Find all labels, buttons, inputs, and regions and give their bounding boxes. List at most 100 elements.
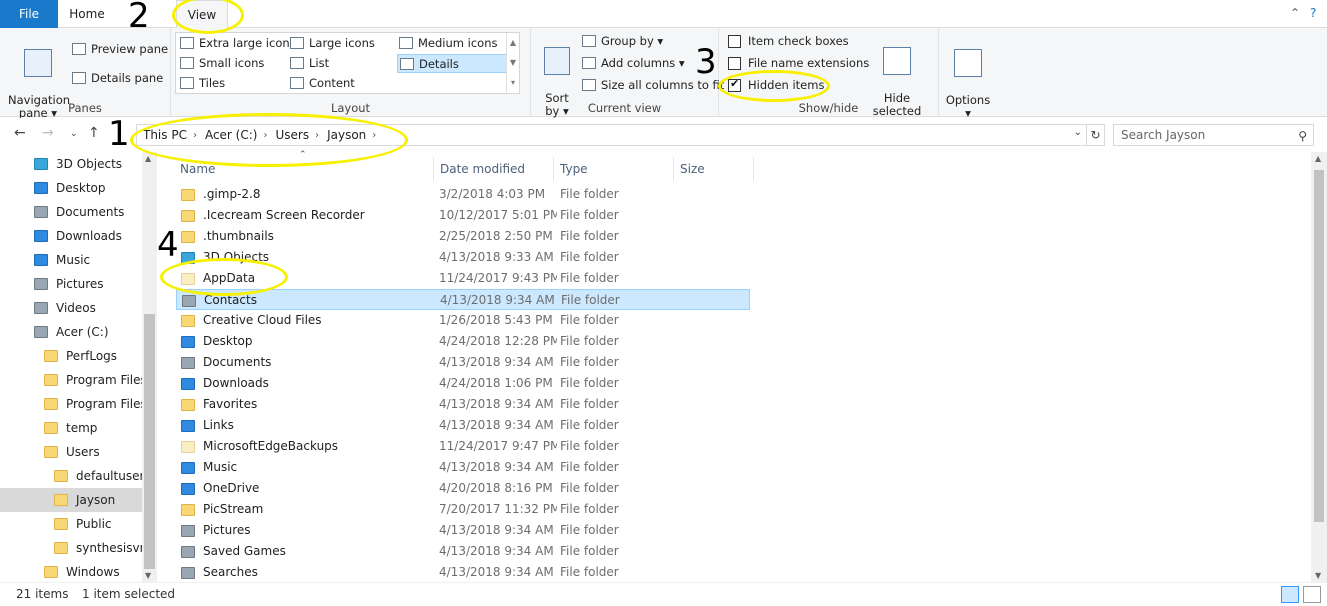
nav-item[interactable]: Acer (C:): [0, 320, 142, 344]
tab-file[interactable]: File: [0, 0, 58, 28]
group-by-icon: [582, 35, 596, 47]
up-arrow-icon[interactable]: ↑: [88, 125, 100, 141]
recent-locations-icon[interactable]: ⌄: [70, 129, 78, 139]
file-row[interactable]: Favorites 4/13/2018 9:34 AM File folder: [176, 394, 750, 415]
nav-item[interactable]: Videos: [0, 296, 142, 320]
item-check-boxes-checkbox[interactable]: [728, 34, 741, 48]
file-type: File folder: [560, 544, 619, 558]
file-row[interactable]: Desktop 4/24/2018 12:28 PM File folder: [176, 331, 750, 352]
file-row[interactable]: .Icecream Screen Recorder 10/12/2017 5:01…: [176, 205, 750, 226]
navigation-pane: 3D Objects Desktop Documents Downloads Music…: [0, 152, 157, 582]
nav-item[interactable]: 3D Objects: [0, 152, 142, 176]
options-button[interactable]: Options ▾: [944, 36, 992, 120]
item-check-boxes-toggle[interactable]: Item check boxes: [728, 34, 849, 48]
help-icon[interactable]: ?: [1310, 6, 1316, 20]
details-view-icon[interactable]: [1281, 586, 1299, 603]
file-row[interactable]: MicrosoftEdgeBackups 11/24/2017 9:47 PM Fi…: [176, 436, 750, 457]
pictures-icon: [34, 278, 48, 290]
scroll-up-icon[interactable]: ▲: [145, 154, 151, 163]
scroll-up-icon[interactable]: ▲: [1315, 154, 1321, 163]
layout-extra-large-icons[interactable]: Extra large icons: [180, 36, 296, 50]
file-row[interactable]: Creative Cloud Files 1/26/2018 5:43 PM Fil…: [176, 310, 750, 331]
layout-large-icons[interactable]: Large icons: [290, 36, 375, 50]
file-name-extensions-toggle[interactable]: File name extensions: [728, 56, 869, 70]
nav-item[interactable]: Program Files (: [0, 392, 142, 416]
large-icons-view-icon[interactable]: [1303, 586, 1321, 603]
file-list-scroll-thumb[interactable]: [1314, 170, 1324, 522]
layout-medium-icons[interactable]: Medium icons: [399, 36, 497, 50]
file-type: File folder: [560, 229, 619, 243]
nav-item[interactable]: Public: [0, 512, 142, 536]
file-type: File folder: [560, 460, 619, 474]
nav-item[interactable]: defaultuser0: [0, 464, 142, 488]
layout-content[interactable]: Content: [290, 76, 355, 90]
folder-icon: [44, 446, 58, 458]
nav-item[interactable]: Pictures: [0, 272, 142, 296]
layout-tiles[interactable]: Tiles: [180, 76, 225, 90]
nav-item[interactable]: Windows: [0, 560, 142, 584]
file-row[interactable]: .thumbnails 2/25/2018 2:50 PM File folder: [176, 226, 750, 247]
tab-home[interactable]: Home: [58, 0, 116, 28]
hide-selected-icon: [883, 47, 911, 75]
file-name: OneDrive: [203, 481, 260, 495]
nav-scrollbar[interactable]: ▲ ▼: [142, 152, 157, 582]
forward-arrow-icon[interactable]: →: [42, 125, 54, 141]
small-icons-icon: [180, 57, 194, 69]
scroll-down-icon[interactable]: ▼: [145, 571, 151, 580]
column-header-size[interactable]: Size: [674, 157, 754, 181]
folder-icon: [181, 188, 195, 201]
file-row[interactable]: .gimp-2.8 3/2/2018 4:03 PM File folder: [176, 184, 750, 205]
minimize-ribbon-icon[interactable]: ⌃: [1290, 6, 1300, 20]
nav-item[interactable]: Music: [0, 248, 142, 272]
search-input[interactable]: Search Jayson ⚲: [1113, 124, 1314, 146]
file-list-scrollbar[interactable]: ▲ ▼: [1311, 152, 1327, 582]
nav-item[interactable]: synthesisvr: [0, 536, 142, 560]
nav-item[interactable]: PerfLogs: [0, 344, 142, 368]
nav-item[interactable]: Users: [0, 440, 142, 464]
address-dropdown-icon[interactable]: ⌄: [1074, 127, 1082, 138]
refresh-icon[interactable]: ↻: [1087, 124, 1105, 146]
layout-list[interactable]: List: [290, 56, 329, 70]
column-header-date[interactable]: Date modified: [434, 157, 554, 181]
scroll-down-icon[interactable]: ▼: [1315, 571, 1321, 580]
nav-item-label: Desktop: [56, 181, 106, 195]
file-name-cell: .gimp-2.8: [181, 184, 431, 205]
group-label-panes: Panes: [68, 101, 102, 115]
file-row[interactable]: Music 4/13/2018 9:34 AM File folder: [176, 457, 750, 478]
nav-item[interactable]: temp: [0, 416, 142, 440]
nav-item[interactable]: Downloads: [0, 224, 142, 248]
file-row[interactable]: Downloads 4/24/2018 1:06 PM File folder: [176, 373, 750, 394]
group-current-view: Sort by ▾ Group by ▾ Add columns ▾ Size …: [531, 28, 724, 118]
nav-item[interactable]: Jayson: [0, 488, 142, 512]
hide-selected-items-button[interactable]: Hide selected items: [859, 34, 935, 131]
medium-icons-icon: [399, 37, 413, 49]
file-row[interactable]: Documents 4/13/2018 9:34 AM File folder: [176, 352, 750, 373]
nav-item[interactable]: Program Files: [0, 368, 142, 392]
file-row[interactable]: PicStream 7/20/2017 11:32 PM File folder: [176, 499, 750, 520]
add-columns-button[interactable]: Add columns ▾: [582, 56, 685, 70]
back-arrow-icon[interactable]: ←: [14, 125, 26, 141]
group-by-button[interactable]: Group by ▾: [582, 34, 663, 48]
file-row[interactable]: Searches 4/13/2018 9:34 AM File folder: [176, 562, 750, 583]
file-row[interactable]: Saved Games 4/13/2018 9:34 AM File folder: [176, 541, 750, 562]
layout-details[interactable]: Details: [397, 54, 507, 73]
nav-item[interactable]: Desktop: [0, 176, 142, 200]
layout-gallery-scroll[interactable]: ▲ ▼ ▾: [506, 33, 519, 93]
preview-pane-button[interactable]: Preview pane: [72, 42, 168, 56]
file-row[interactable]: OneDrive 4/20/2018 8:16 PM File folder: [176, 478, 750, 499]
file-row[interactable]: Pictures 4/13/2018 9:34 AM File folder: [176, 520, 750, 541]
file-type: File folder: [560, 334, 619, 348]
file-row[interactable]: Links 4/13/2018 9:34 AM File folder: [176, 415, 750, 436]
layout-small-icons[interactable]: Small icons: [180, 56, 264, 70]
file-date: 11/24/2017 9:43 PM: [439, 271, 557, 285]
star-icon: [181, 398, 195, 411]
details-pane-button[interactable]: Details pane: [72, 71, 163, 85]
folder-icon: [44, 398, 58, 410]
column-header-type[interactable]: Type: [554, 157, 674, 181]
nav-item[interactable]: Documents: [0, 200, 142, 224]
nav-item-label: PerfLogs: [66, 349, 118, 363]
annotation-number-4: 4: [157, 225, 179, 265]
file-name-extensions-checkbox[interactable]: [728, 56, 741, 70]
nav-scroll-thumb[interactable]: [144, 314, 155, 569]
search-icon[interactable]: ⚲: [1298, 126, 1307, 146]
